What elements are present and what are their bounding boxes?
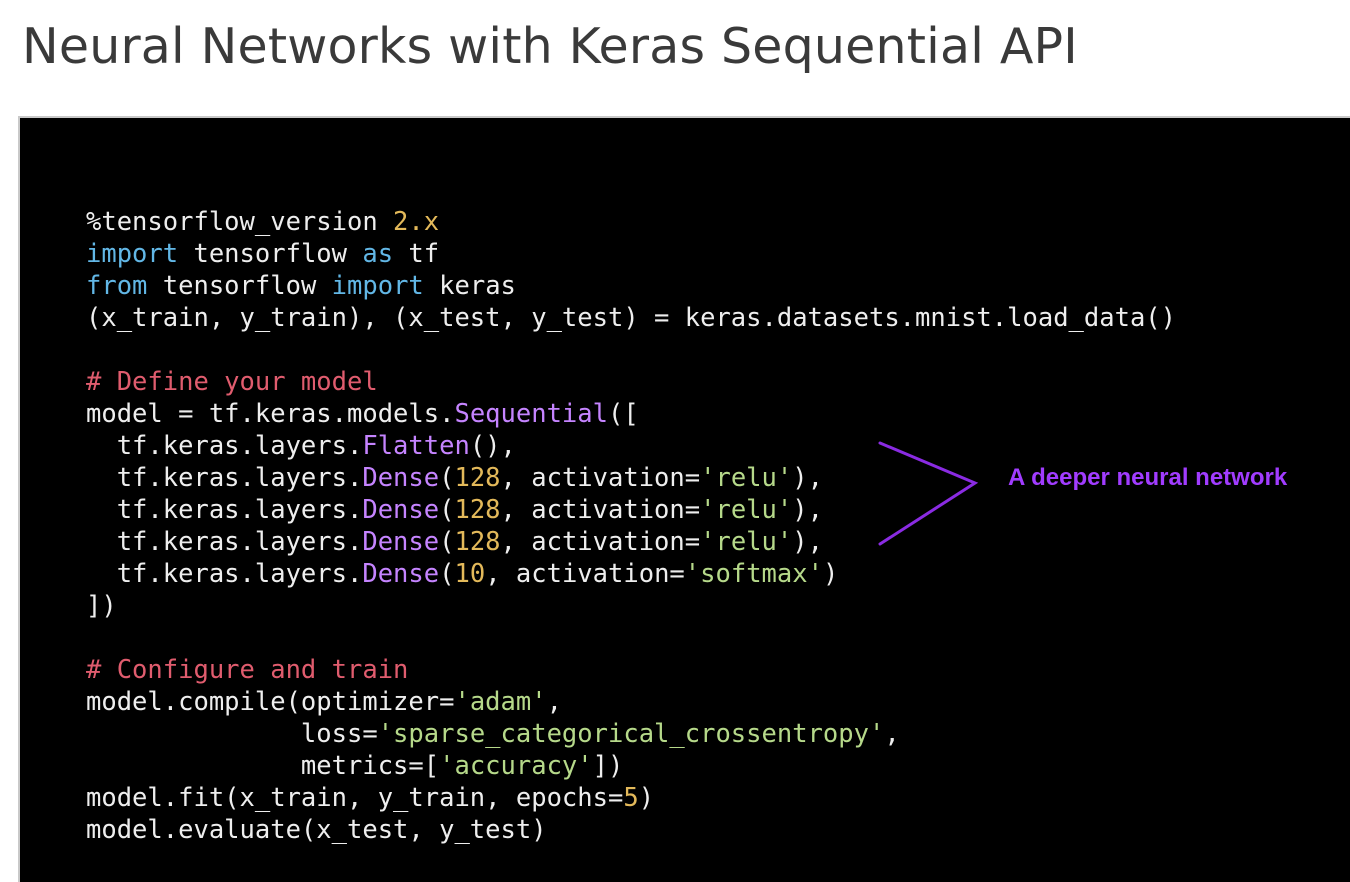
code-token: tf.keras.layers.	[86, 527, 363, 557]
code-token: ),	[792, 527, 823, 557]
code-token: ,	[546, 687, 562, 717]
code-token: tf.keras.layers.	[86, 463, 363, 493]
code-line: tf.keras.layers.Dense(10, activation='so…	[86, 558, 1176, 590]
code-token: # Configure and train	[86, 655, 409, 685]
code-token: (	[439, 463, 455, 493]
code-token: 'accuracy'	[439, 751, 593, 781]
code-token: , activation=	[485, 559, 685, 589]
page-title: Neural Networks with Keras Sequential AP…	[22, 18, 1078, 75]
code-token: keras	[423, 271, 516, 301]
code-token: 128	[454, 495, 501, 525]
code-token: 'relu'	[700, 495, 793, 525]
code-line: loss='sparse_categorical_crossentropy',	[86, 718, 1176, 750]
code-token: ])	[592, 751, 624, 781]
code-token: tf	[393, 239, 440, 269]
code-line: %tensorflow_version 2.x	[86, 206, 1176, 238]
code-token: tensorflow	[178, 239, 363, 269]
code-token: (	[439, 559, 455, 589]
code-line: model.compile(optimizer='adam',	[86, 686, 1176, 718]
code-line: model.evaluate(x_test, y_test)	[86, 814, 1176, 846]
code-token: (	[439, 527, 455, 557]
code-token: import	[331, 271, 424, 301]
code-token: (),	[469, 431, 516, 461]
code-token: Dense	[362, 463, 440, 493]
code-token: ,	[884, 719, 900, 749]
code-line: # Configure and train	[86, 654, 1176, 686]
code-token: model.evaluate(x_test, y_test)	[86, 815, 547, 845]
code-slide: %tensorflow_version 2.x import tensorflow…	[18, 116, 1350, 882]
code-token: 128	[454, 463, 501, 493]
code-token: Dense	[362, 527, 440, 557]
code-line: tf.keras.layers.Dense(128, activation='r…	[86, 494, 1176, 526]
code-token: )	[822, 559, 839, 589]
code-token: (	[439, 495, 455, 525]
code-token: , activation=	[500, 463, 701, 493]
code-token: , activation=	[500, 527, 701, 557]
code-token: from	[86, 271, 148, 301]
code-token: )	[638, 783, 655, 813]
code-token: model.compile(optimizer=	[86, 687, 455, 717]
code-token: Dense	[362, 495, 440, 525]
code-token: 'softmax'	[684, 559, 823, 589]
code-line: model = tf.keras.models.Sequential([	[86, 398, 1176, 430]
code-block: %tensorflow_version 2.x import tensorflow…	[86, 206, 1176, 846]
code-token: ),	[792, 463, 823, 493]
code-token: # Define your model	[86, 367, 378, 397]
code-token: tf.keras.layers.	[86, 559, 363, 589]
code-line: metrics=['accuracy'])	[86, 750, 1176, 782]
code-line: (x_train, y_train), (x_test, y_test) = k…	[86, 302, 1176, 334]
code-token: 128	[454, 527, 501, 557]
code-token: loss=	[86, 719, 378, 749]
code-token: tensorflow	[147, 271, 332, 301]
code-token: 'adam'	[454, 687, 547, 717]
code-token: %tensorflow_version	[86, 207, 394, 237]
code-token: Flatten	[362, 431, 470, 461]
code-token: model = tf.keras.models.	[86, 399, 455, 429]
code-token: model.fit(x_train, y_train, epochs=	[86, 783, 624, 813]
annotation-label: A deeper neural network	[1008, 464, 1288, 491]
code-token: , activation=	[500, 495, 701, 525]
code-token: (x_train, y_train), (x_test, y_test) = k…	[86, 303, 1177, 333]
code-token: import	[86, 239, 179, 269]
chevron-bracket-icon	[878, 441, 979, 546]
code-token: 'relu'	[700, 527, 793, 557]
code-line: from tensorflow import keras	[86, 270, 1176, 302]
code-token: tf.keras.layers.	[86, 495, 363, 525]
code-token: ([	[608, 399, 639, 429]
code-line: model.fit(x_train, y_train, epochs=5)	[86, 782, 1176, 814]
code-line: import tensorflow as tf	[86, 238, 1176, 270]
code-token: ])	[86, 591, 117, 621]
code-line: ])	[86, 590, 1176, 622]
code-token: tf.keras.layers.	[86, 431, 363, 461]
code-token: metrics=[	[86, 751, 440, 781]
code-token: 10	[454, 559, 486, 589]
code-token: 'relu'	[700, 463, 793, 493]
code-token: 'sparse_categorical_crossentropy'	[377, 719, 885, 749]
code-token: Dense	[362, 559, 440, 589]
code-token: 2.x	[393, 207, 440, 237]
code-line: tf.keras.layers.Dense(128, activation='r…	[86, 526, 1176, 558]
code-line: tf.keras.layers.Flatten(),	[86, 430, 1176, 462]
code-token: as	[362, 239, 394, 269]
code-token: Sequential	[454, 399, 608, 429]
code-token: ),	[792, 495, 823, 525]
code-line: # Define your model	[86, 366, 1176, 398]
code-token: 5	[623, 783, 639, 813]
